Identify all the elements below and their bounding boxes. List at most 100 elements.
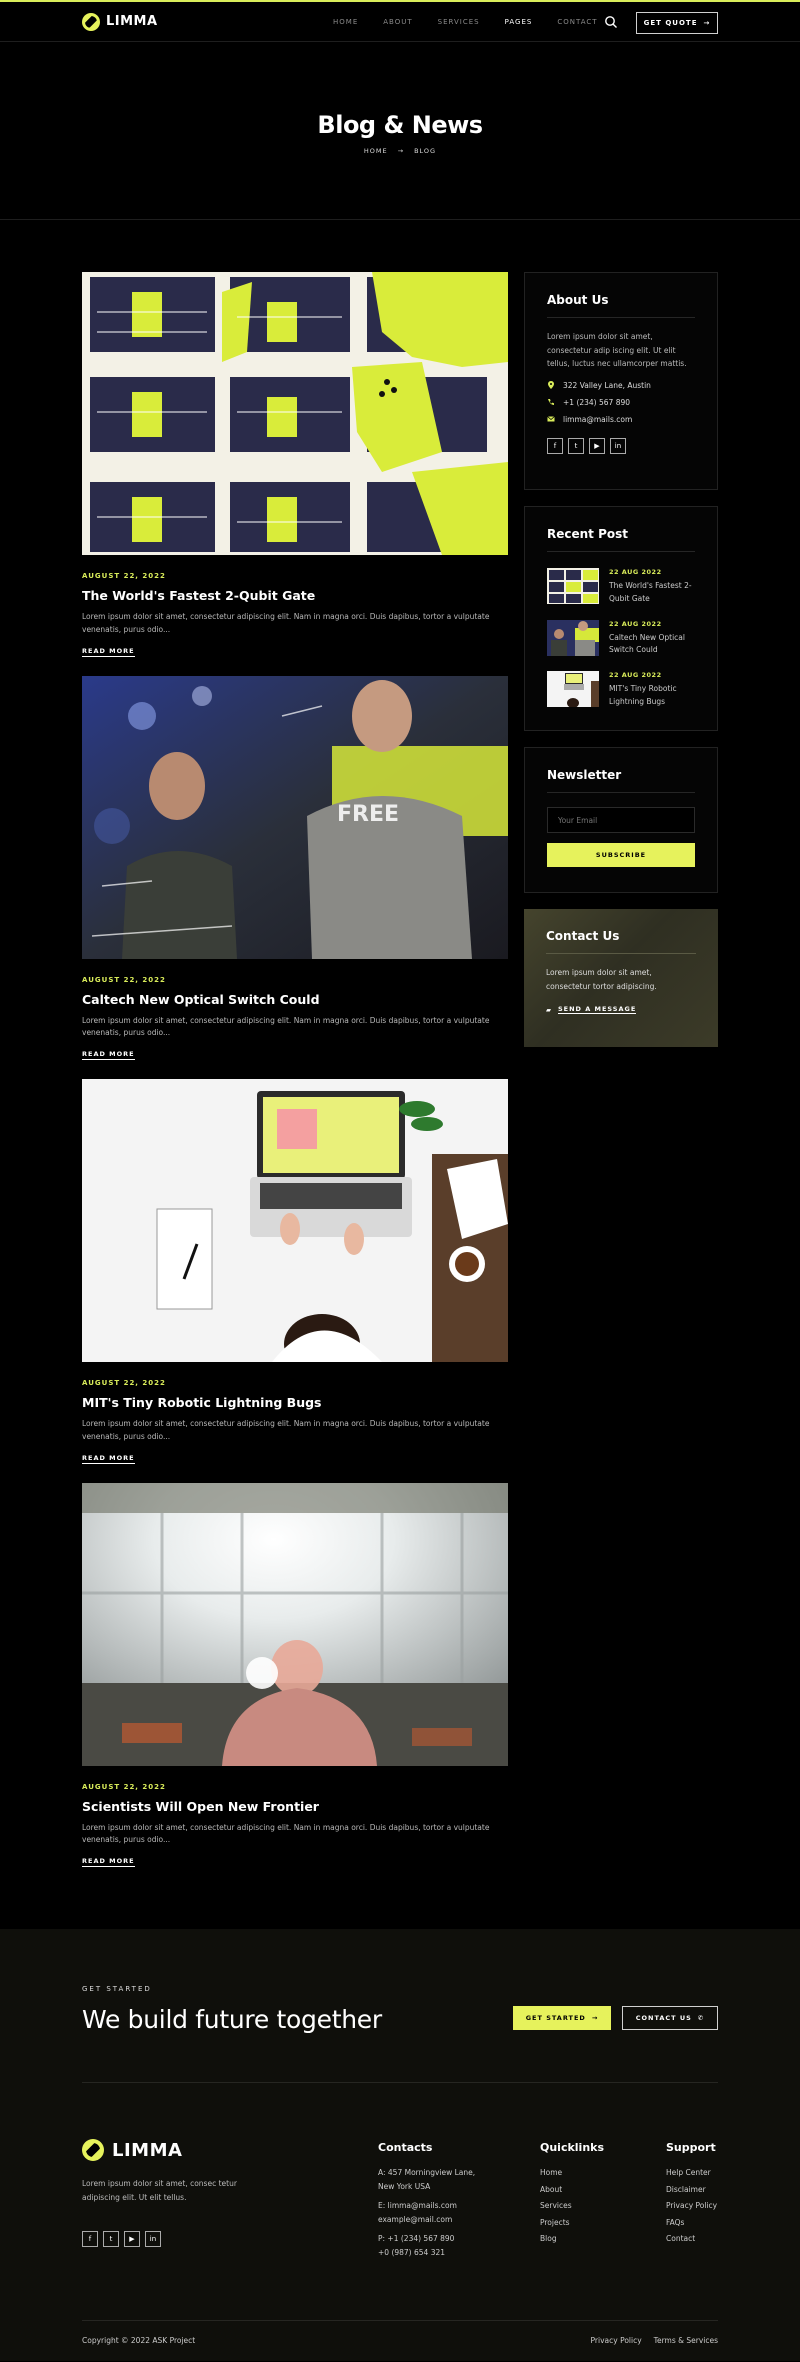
facebook-icon[interactable]: f — [547, 437, 563, 454]
svg-text:FREE: FREE — [337, 802, 399, 827]
read-more-link[interactable]: READ MORE — [82, 647, 135, 657]
footer-support-title: Support — [666, 2141, 716, 2154]
twitter-icon[interactable]: t — [103, 2231, 119, 2247]
recent-post-title[interactable]: Caltech New Optical Switch Could — [609, 632, 695, 658]
post-image[interactable] — [82, 1482, 508, 1766]
footer-email-1[interactable]: E: limma@mails.com — [378, 2199, 475, 2213]
post-date: AUGUST 22, 2022 — [82, 975, 166, 984]
post-title[interactable]: Scientists Will Open New Frontier — [82, 1799, 508, 1814]
newsletter-email-input[interactable] — [547, 807, 695, 833]
footer-social-links: f t ▶ in — [82, 2231, 161, 2247]
phone-text[interactable]: +1 (234) 567 890 — [563, 398, 630, 407]
footer-link-about[interactable]: About — [540, 2183, 604, 2197]
logo-icon — [82, 12, 100, 31]
recent-post-item[interactable]: 22 AUG 2022 MIT's Tiny Robotic Lightning… — [547, 671, 695, 709]
get-started-button[interactable]: GET STARTED → — [513, 2006, 611, 2030]
get-quote-button[interactable]: GET QUOTE → — [636, 12, 718, 34]
linkedin-icon[interactable]: in — [610, 437, 626, 454]
recent-post-item[interactable]: 22 AUG 2022 The World's Fastest 2-Qubit … — [547, 568, 695, 606]
contact-title: Contact Us — [546, 929, 696, 954]
post-title[interactable]: Caltech New Optical Switch Could — [82, 992, 508, 1007]
recent-post-title[interactable]: MIT's Tiny Robotic Lightning Bugs — [609, 683, 695, 709]
recent-post-title[interactable]: The World's Fastest 2-Qubit Gate — [609, 580, 695, 606]
footer-link-services[interactable]: Services — [540, 2199, 604, 2213]
copyright-bar: Copyright © 2022 ASK Project Privacy Pol… — [82, 2320, 718, 2360]
post-image[interactable] — [82, 272, 508, 555]
nav-pages[interactable]: PAGES — [505, 18, 533, 26]
post-excerpt: Lorem ipsum dolor sit amet, consectetur … — [82, 1419, 490, 1441]
recent-title: Recent Post — [547, 527, 695, 552]
site-header: LIMMA HOME ABOUT SERVICES PAGES CONTACT … — [0, 2, 800, 42]
cta-title: We build future together — [82, 2005, 382, 2034]
get-quote-label: GET QUOTE — [643, 19, 698, 27]
subscribe-button[interactable]: SUBSCRIBE — [547, 843, 695, 867]
send-message-label: SEND A MESSAGE — [558, 1005, 637, 1014]
chat-icon: ▰ — [546, 1005, 552, 1014]
copyright-text: Copyright © 2022 ASK Project — [82, 2336, 196, 2345]
nav-about[interactable]: ABOUT — [383, 18, 412, 26]
site-logo[interactable]: LIMMA — [82, 12, 158, 31]
page-hero: Blog & News HOME → BLOG — [0, 42, 800, 220]
footer-address-2: New York USA — [378, 2181, 431, 2191]
footer-link-blog[interactable]: Blog — [540, 2232, 604, 2246]
read-more-link[interactable]: READ MORE — [82, 1857, 135, 1867]
terms-link[interactable]: Terms & Services — [654, 2336, 718, 2345]
contact-us-label: CONTACT US — [635, 2014, 692, 2022]
footer-address-1: A: 457 Morningview Lane, — [378, 2168, 476, 2177]
youtube-icon[interactable]: ▶ — [589, 437, 605, 454]
footer-logo[interactable]: LIMMA — [82, 2139, 182, 2161]
breadcrumb: HOME → BLOG — [364, 147, 436, 155]
search-icon[interactable] — [604, 15, 618, 29]
read-more-link[interactable]: READ MORE — [82, 1454, 135, 1464]
privacy-policy-link[interactable]: Privacy Policy — [591, 2336, 642, 2345]
footer-link-privacy[interactable]: Privacy Policy — [666, 2199, 718, 2213]
newsletter-title: Newsletter — [547, 768, 695, 793]
post-title[interactable]: MIT's Tiny Robotic Lightning Bugs — [82, 1395, 508, 1410]
post-image[interactable]: FREE — [82, 675, 508, 959]
send-message-link[interactable]: ▰ SEND A MESSAGE — [546, 1005, 696, 1014]
recent-post-item[interactable]: 22 AUG 2022 Caltech New Optical Switch C… — [547, 619, 695, 658]
cta-section: GET STARTED We build future together GET… — [0, 1929, 800, 2361]
recent-post-thumb — [547, 568, 599, 604]
footer-email-2[interactable]: example@mail.com — [378, 2213, 475, 2227]
footer-description: Lorem ipsum dolor sit amet, consec tetur… — [82, 2179, 237, 2202]
post-excerpt: Lorem ipsum dolor sit amet, consectetur … — [82, 1822, 490, 1845]
breadcrumb-current: BLOG — [414, 146, 437, 155]
twitter-icon[interactable]: t — [568, 437, 584, 454]
footer-phone-2[interactable]: +0 (987) 654 321 — [378, 2246, 475, 2260]
footer-link-contact[interactable]: Contact — [666, 2232, 718, 2246]
recent-post-date: 22 AUG 2022 — [609, 568, 662, 576]
footer-quicklinks-title: Quicklinks — [540, 2141, 605, 2154]
breadcrumb-home[interactable]: HOME — [364, 147, 388, 155]
site-footer: LIMMA Lorem ipsum dolor sit amet, consec… — [82, 2083, 718, 2361]
nav-home[interactable]: HOME — [333, 18, 358, 26]
read-more-link[interactable]: READ MORE — [82, 1050, 135, 1060]
footer-link-help-center[interactable]: Help Center — [666, 2166, 718, 2180]
footer-link-projects[interactable]: Projects — [540, 2216, 604, 2230]
email-text[interactable]: limma@mails.com — [563, 415, 632, 424]
footer-link-home[interactable]: Home — [540, 2166, 604, 2180]
post-title[interactable]: The World's Fastest 2-Qubit Gate — [82, 588, 508, 603]
post-image[interactable] — [82, 1079, 508, 1362]
blog-post: FREE AUGUST 22, 2022 Caltech New Optical… — [82, 675, 508, 1060]
linkedin-icon[interactable]: in — [145, 2231, 161, 2247]
logo-icon — [82, 2139, 104, 2161]
contact-us-button[interactable]: CONTACT US ✆ — [622, 2006, 718, 2030]
recent-posts-widget: Recent Post 22 AUG 2022 The World's Fast… — [524, 506, 718, 731]
post-excerpt: Lorem ipsum dolor sit amet, consectetur … — [82, 612, 490, 634]
footer-support: Support Help Center Disclaimer Privacy P… — [666, 2141, 718, 2249]
sidebar: About Us Lorem ipsum dolor sit amet, con… — [524, 272, 718, 1886]
phone-icon: ✆ — [697, 2014, 705, 2022]
footer-link-disclaimer[interactable]: Disclaimer — [666, 2183, 718, 2197]
address-line: 322 Valley Lane, Austin — [547, 381, 695, 390]
youtube-icon[interactable]: ▶ — [124, 2231, 140, 2247]
footer-phone-1[interactable]: P: +1 (234) 567 890 — [378, 2232, 475, 2246]
address-text: 322 Valley Lane, Austin — [563, 380, 651, 390]
about-text: Lorem ipsum dolor sit amet, consectetur … — [547, 332, 687, 368]
email-line: limma@mails.com — [547, 415, 695, 424]
phone-icon — [548, 399, 554, 406]
nav-contact[interactable]: CONTACT — [557, 18, 597, 26]
nav-services[interactable]: SERVICES — [438, 18, 480, 26]
facebook-icon[interactable]: f — [82, 2231, 98, 2247]
footer-link-faqs[interactable]: FAQs — [666, 2216, 718, 2230]
